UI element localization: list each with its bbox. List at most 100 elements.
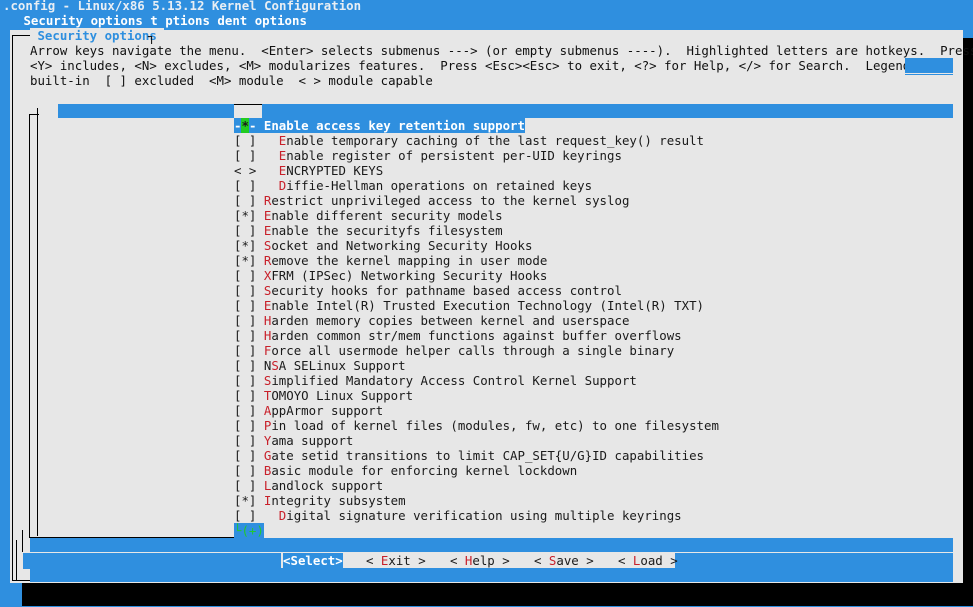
menu-item-state[interactable]: [ ] [234,418,256,433]
menu-item-state[interactable]: [ ] [234,508,256,523]
menu-item-state[interactable]: < > [234,163,256,178]
menu-item-hotkey: H [263,328,272,343]
menu-item-state[interactable]: [ ] [234,448,256,463]
menu-item-state[interactable]: [ ] [234,388,256,403]
menu-item-hotkey: P [263,418,272,433]
menu-item-hotkey: F [263,343,272,358]
menu-item-state[interactable]: [ ] [234,373,256,388]
menu-item-state[interactable]: [ ] [234,463,256,478]
menu-item-state[interactable]: [ ] [234,268,256,283]
menu-item-label: Yama support [263,433,354,448]
menu-item-state[interactable]: -*- [234,118,257,133]
menu-item-hotkey: S [263,283,272,298]
list-frame-top-right [262,104,953,118]
menu-item-label: Enable register of persistent per-UID ke… [278,148,622,163]
menu-item-label: TOMOYO Linux Support [263,388,414,403]
menu-item-label: XFRM (IPSec) Networking Security Hooks [263,268,548,283]
menu-item[interactable]: [ ] Security hooks for pathname based ac… [234,283,622,298]
list-frame-left-inner [37,108,38,536]
menu-item[interactable]: [ ] AppArmor support [234,403,383,418]
menu-item[interactable]: [ ] Force all usermode helper calls thro… [234,343,674,358]
menu-item-hotkey: T [263,388,272,403]
dialog-border-top-left [12,35,32,36]
menu-item[interactable]: [ ] Enable temporary caching of the last… [234,133,704,148]
menu-item[interactable]: [ ] Yama support [234,433,353,448]
menu-item-label: ENCRYPTED KEYS [278,163,384,178]
menu-item-hotkey: G [263,448,272,463]
menu-item[interactable]: [ ] Enable the securityfs filesystem [234,223,503,238]
dialog-title: Security options [30,28,165,43]
menu-item-label: Security hooks for pathname based access… [263,283,622,298]
menu-item[interactable]: [ ] Simplified Mandatory Access Control … [234,373,637,388]
help-button[interactable]: < Help > [450,553,510,568]
menu-item-hotkey: E [263,118,272,133]
menu-item-hotkey: S [271,358,279,373]
menu-item-label: Enable the securityfs filesystem [263,223,503,238]
menu-item[interactable]: [ ] Pin load of kernel files (modules, f… [234,418,719,433]
menu-item-state[interactable]: [ ] [234,193,256,208]
menu-item-state[interactable]: [ ] [234,433,256,448]
menu-item-label: Simplified Mandatory Access Control Kern… [263,373,637,388]
menu-item-state[interactable]: [ ] [234,178,256,193]
menu-item-state[interactable]: [ ] [234,148,256,163]
menu-item-state[interactable]: [ ] [234,298,256,313]
menu-item-state[interactable]: [*] [234,493,256,508]
menu-item-hotkey: E [278,148,287,163]
menu-item-state[interactable]: [ ] [234,223,256,238]
menu-item[interactable]: [*] Remove the kernel mapping in user mo… [234,253,547,268]
menu-item-hotkey: R [263,253,272,268]
button-hotkey: S [548,553,557,568]
menu-item[interactable]: [ ] Harden common str/mem functions agai… [234,328,682,343]
menu-item[interactable]: [ ] Basic module for enforcing kernel lo… [234,463,577,478]
menu-item-state[interactable]: [ ] [234,313,256,328]
menu-item-state[interactable]: [ ] [234,478,256,493]
exit-button[interactable]: < Exit > [366,553,426,568]
menu-item-state[interactable]: [*] [234,208,256,223]
menu-item-label: Harden memory copies between kernel and … [263,313,630,328]
menu-item[interactable]: [ ] Enable Intel(R) Trusted Execution Te… [234,298,704,313]
menu-item-label: Socket and Networking Security Hooks [263,238,533,253]
menu-item-state[interactable]: [ ] [234,283,256,298]
menu-item-label: Harden common str/mem functions against … [263,328,682,343]
menu-item-hotkey: B [263,463,272,478]
menu-item-hotkey: L [263,478,272,493]
menu-item[interactable]: [*] Enable different security models [234,208,503,223]
menu-item[interactable]: [ ] Landlock support [234,478,383,493]
menu-item-label: NSA SELinux Support [263,358,406,373]
menu-item[interactable]: [ ] Diffie-Hellman operations on retaine… [234,178,592,193]
menu-item[interactable]: [ ] XFRM (IPSec) Networking Security Hoo… [234,268,547,283]
menu-item-state[interactable]: [ ] [234,358,256,373]
menu-item-label: Enable different security models [263,208,503,223]
menu-item-hotkey: Y [263,433,272,448]
menu-item-state[interactable]: [ ] [234,403,256,418]
menu-item[interactable]: [ ] Digital signature verification using… [234,508,682,523]
menu-item-state[interactable]: [*] [234,238,256,253]
menu-item-state[interactable]: [ ] [234,343,256,358]
menu-item[interactable]: [ ] Enable register of persistent per-UI… [234,148,622,163]
menu-item-state[interactable]: [*] [234,253,256,268]
save-button[interactable]: < Save > [534,553,594,568]
menu-item-hotkey: D [278,508,287,523]
select-button[interactable]: <Select> [283,553,343,568]
menu-item-label: Enable Intel(R) Trusted Execution Techno… [263,298,704,313]
list-frame-top-gap [234,104,262,105]
menu-item[interactable]: [ ] TOMOYO Linux Support [234,388,413,403]
menu-item-label: Force all usermode helper calls through … [263,343,675,358]
button-hotkey: S [290,553,298,568]
menu-item[interactable]: < > ENCRYPTED KEYS [234,163,383,178]
menu-item[interactable]: [ ] Restrict unprivileged access to the … [234,193,629,208]
load-button[interactable]: < Load > [618,553,678,568]
menu-item[interactable]: [ ] NSA SELinux Support [234,358,406,373]
menu-item-state[interactable]: [ ] [234,328,256,343]
menu-item-hotkey: E [263,223,272,238]
menu-item[interactable]: [*] Socket and Networking Security Hooks [234,238,532,253]
menu-item-label: Enable temporary caching of the last req… [278,133,704,148]
menu-item-label: Pin load of kernel files (modules, fw, e… [263,418,719,433]
menu-item[interactable]: [ ] Harden memory copies between kernel … [234,313,629,328]
menu-item-state[interactable]: [ ] [234,133,256,148]
menu-item[interactable]: [*] Integrity subsystem [234,493,406,508]
menu-item[interactable]: [ ] Gate setid transitions to limit CAP_… [234,448,704,463]
list-frame-left-lower [22,530,23,552]
menu-item-hotkey: E [263,208,272,223]
menu-item[interactable]: -*- Enable access key retention support [234,118,525,133]
